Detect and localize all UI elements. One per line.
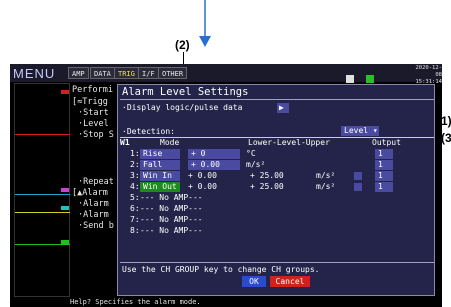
unit-label: °C (246, 149, 256, 158)
play-button[interactable]: ▶ (277, 103, 289, 113)
channel-row-7: 7: --- No AMP--- (118, 215, 436, 225)
upper-level-field[interactable]: + 25.00 (250, 182, 284, 192)
column-mode: Mode (160, 138, 180, 147)
perf-menu-item[interactable]: ·Level (78, 119, 109, 129)
output-select[interactable]: 1 (375, 171, 393, 181)
lower-level-field[interactable]: + 0.00 (188, 160, 240, 170)
channel-marker (61, 90, 69, 94)
top-status-bar: MENU AMP DATA TRIG I/F OTHER 2020-12-08 … (10, 64, 442, 102)
annotation-label-2: (2) (175, 38, 190, 52)
channel-number: 1: (130, 149, 140, 158)
lower-level-field[interactable]: + 0.00 (188, 171, 217, 181)
channel-row-6: 6: --- No AMP--- (118, 204, 436, 214)
channel-marker (61, 240, 69, 244)
divider (120, 99, 434, 100)
channel-row-5: 5: --- No AMP--- (118, 193, 436, 203)
no-amp-label: --- No AMP--- (140, 226, 203, 235)
perf-menu-item[interactable]: ·Send b (78, 221, 114, 231)
no-amp-label: --- No AMP--- (140, 204, 203, 213)
channel-row-1: 1: Rise + 0 °C 1 (118, 149, 436, 159)
mode-select[interactable]: Win In (140, 171, 180, 181)
hint-text: Use the CH GROUP key to change CH groups… (122, 265, 320, 274)
waveform-trace (15, 134, 71, 135)
output-select[interactable]: 1 (375, 182, 393, 192)
waveform-trace (15, 212, 71, 213)
signal-icon (365, 75, 374, 83)
waveform-trace (15, 194, 71, 195)
channel-number: 4: (130, 182, 140, 191)
upper-level-field[interactable]: + 25.00 (250, 171, 284, 181)
group-label: W1 (120, 138, 130, 147)
arrow-down-icon (199, 0, 211, 47)
channel-number: 8: (130, 226, 140, 235)
channel-number: 6: (130, 204, 140, 213)
perf-menu-item[interactable]: ·Alarm (78, 210, 109, 220)
display-logic-label: ·Display logic/pulse data (122, 103, 243, 112)
unit-select-icon[interactable] (354, 172, 362, 180)
perf-menu-title: Performi (72, 85, 113, 95)
status-icons (346, 68, 382, 102)
channel-marker (61, 206, 69, 210)
no-amp-label: --- No AMP--- (140, 215, 203, 224)
perf-menu-item[interactable]: ·Start (78, 108, 109, 118)
dialog-title: Alarm Level Settings (122, 86, 249, 98)
column-output: Output (372, 138, 401, 147)
channel-row-3: 3: Win In + 0.00 + 25.00 m/s² 1 (118, 171, 436, 181)
help-text: Help? Specifies the alarm mode. (70, 298, 201, 306)
tab-amp[interactable]: AMP (68, 67, 89, 79)
column-lower-upper: Lower-Level-Upper (248, 138, 330, 147)
device-screen: MENU AMP DATA TRIG I/F OTHER 2020-12-08 … (10, 64, 442, 307)
detection-select[interactable]: Level ▾ (341, 126, 379, 136)
perf-menu-item[interactable]: ·Stop S (78, 130, 114, 140)
waveform-trace (15, 244, 71, 245)
date-text: 2020-12-08 (415, 65, 443, 78)
lower-level-field[interactable]: + 0 (188, 149, 240, 159)
mode-select[interactable]: Fall (140, 160, 180, 170)
menu-title: MENU (13, 66, 56, 81)
output-select[interactable]: 1 (375, 149, 393, 159)
annotation-label-3: (3) (441, 131, 451, 145)
tab-data[interactable]: DATA (90, 67, 115, 79)
perf-menu-item[interactable]: [≈Trigg (72, 97, 108, 107)
output-select[interactable]: 1 (375, 160, 393, 170)
unit-label: m/s² (316, 171, 336, 180)
unit-label: m/s² (246, 160, 266, 169)
tab-trig[interactable]: TRIG (114, 67, 139, 79)
mode-select-selected[interactable]: Win Out (140, 182, 180, 192)
channel-row-4: 4: Win Out + 0.00 + 25.00 m/s² 1 (118, 182, 436, 192)
alarm-level-settings-dialog: Alarm Level Settings ·Display logic/puls… (117, 84, 435, 296)
channel-number: 5: (130, 193, 140, 202)
unit-select-icon[interactable] (354, 183, 362, 191)
channel-number: 2: (130, 160, 140, 169)
unit-label: m/s² (316, 182, 336, 191)
datetime: 2020-12-08 15:31:14 (409, 65, 443, 86)
channel-row-2: 2: Fall + 0.00 m/s² 1 (118, 160, 436, 170)
divider (120, 262, 434, 263)
perf-menu-item[interactable]: ·Alarm (78, 199, 109, 209)
storage-icon (346, 75, 354, 83)
no-amp-label: --- No AMP--- (140, 193, 203, 202)
help-bar: Help? Specifies the alarm mode. (10, 297, 442, 307)
channel-number: 7: (130, 215, 140, 224)
tab-if[interactable]: I/F (138, 67, 159, 79)
tab-other[interactable]: OTHER (158, 67, 188, 79)
perf-menu-item[interactable]: [▲Alarm (72, 188, 108, 198)
perf-menu-item[interactable]: ·Repeat (78, 177, 114, 187)
ok-button[interactable]: OK (242, 276, 266, 287)
waveform-area (14, 83, 71, 297)
mode-select[interactable]: Rise (140, 149, 180, 159)
channel-number: 3: (130, 171, 140, 180)
channel-marker (61, 188, 69, 192)
cancel-button[interactable]: Cancel (270, 276, 310, 287)
lower-level-field[interactable]: + 0.00 (188, 182, 217, 192)
channel-row-8: 8: --- No AMP--- (118, 226, 436, 236)
detection-label: ·Detection: (122, 127, 175, 136)
